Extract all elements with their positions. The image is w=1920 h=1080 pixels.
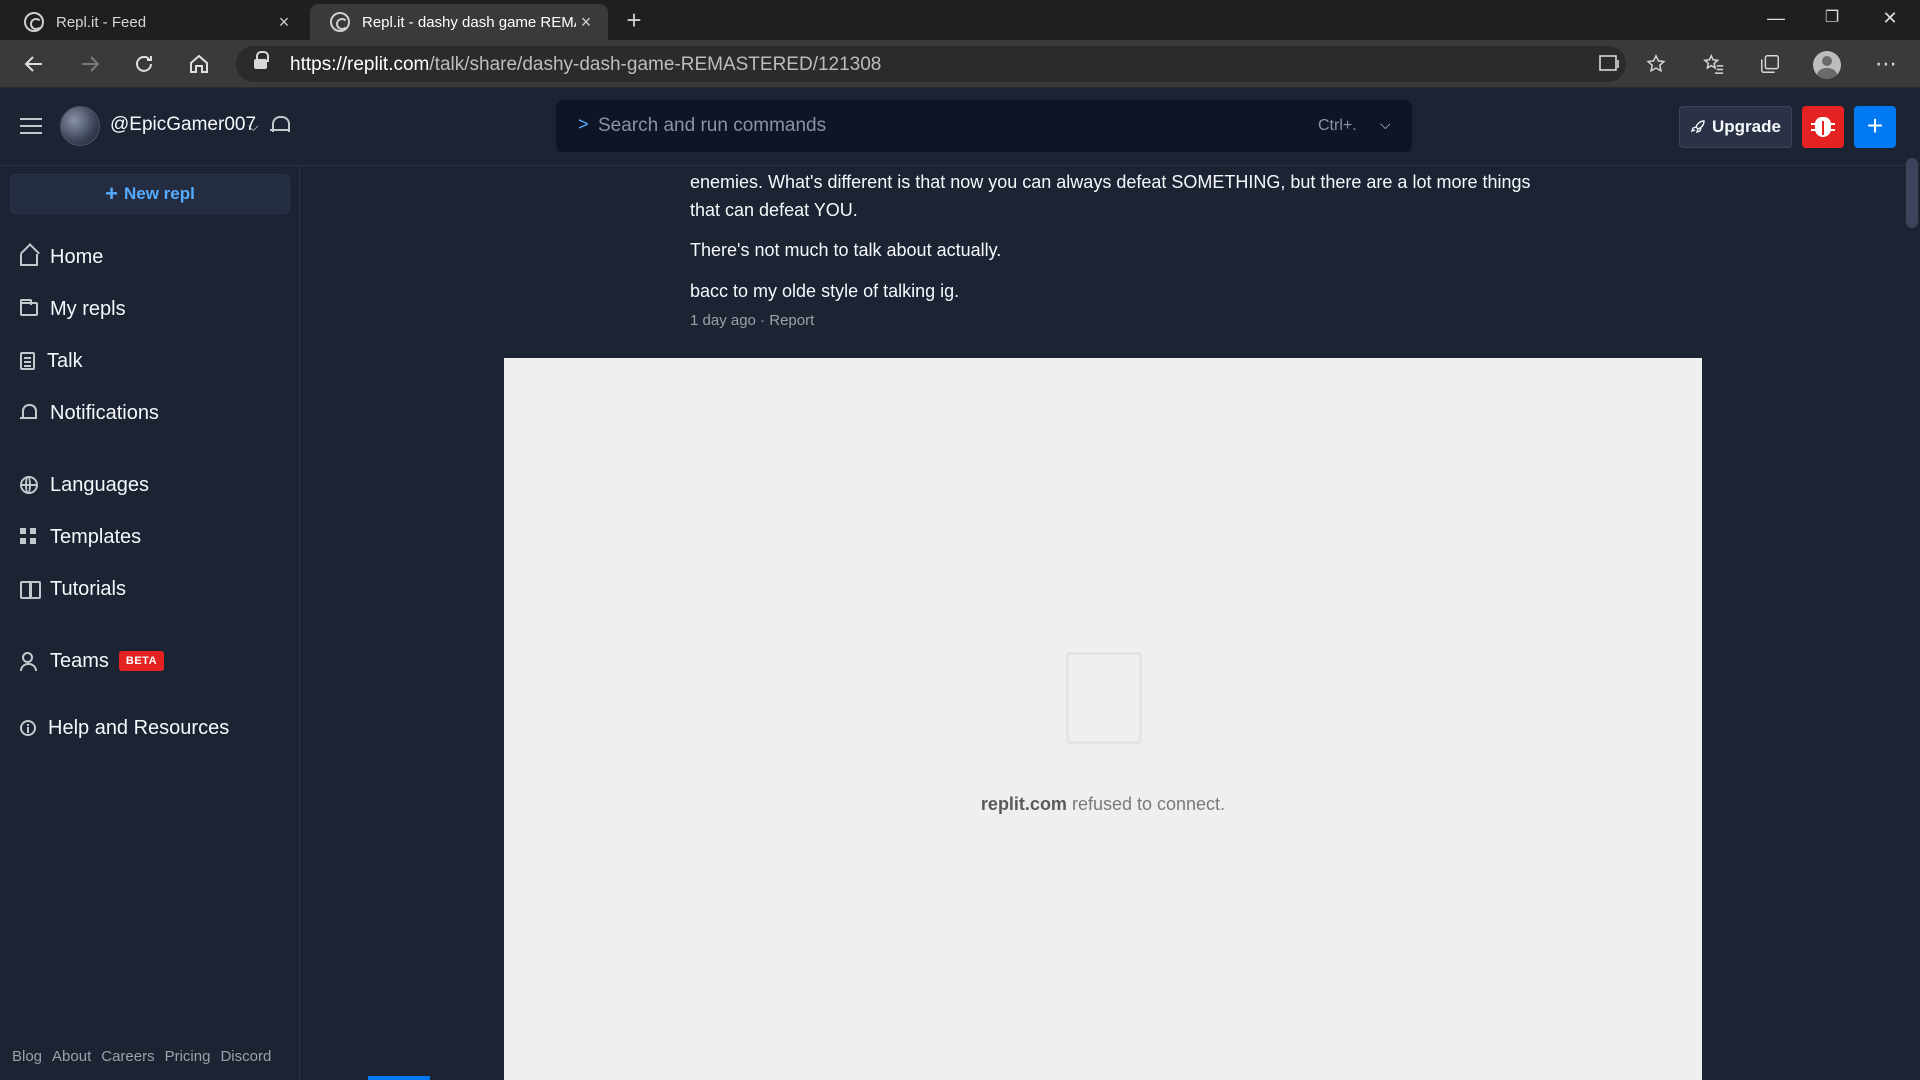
footer-link-pricing[interactable]: Pricing	[165, 1048, 211, 1065]
footer-link-about[interactable]: About	[52, 1048, 91, 1065]
replit-favicon-icon	[330, 12, 350, 32]
new-tab-button[interactable]: +	[618, 6, 650, 36]
main-content: enemies. What's different is that now yo…	[301, 166, 1905, 1080]
home-icon	[20, 254, 38, 266]
sidebar-item-home[interactable]: Home	[20, 242, 103, 272]
tab-close-icon[interactable]: ×	[576, 12, 596, 33]
sidebar-item-label: Talk	[47, 349, 83, 372]
post-paragraph: bacc to my olde style of talking ig.	[690, 281, 960, 301]
talk-icon	[20, 352, 35, 370]
replit-favicon-icon	[24, 12, 44, 32]
bug-icon	[1811, 117, 1835, 137]
lock-icon	[254, 51, 269, 71]
connection-error-message: replit.com refused to connect.	[980, 794, 1226, 814]
footer-link-careers[interactable]: Careers	[101, 1048, 154, 1065]
page-scrollbar[interactable]	[1905, 166, 1920, 1080]
sidebar-item-teams[interactable]: Teams BETA	[20, 646, 165, 676]
forward-arrow-icon[interactable]	[72, 46, 108, 82]
add-favorite-icon[interactable]	[1640, 48, 1672, 80]
sidebar-item-templates[interactable]: Templates	[20, 522, 141, 552]
minimize-button[interactable]: —	[1748, 0, 1804, 38]
sidebar-item-label: Notifications	[50, 401, 159, 424]
app-header: @EpicGamer007 ⌵ > Search and run command…	[0, 88, 1920, 166]
bell-icon	[20, 404, 38, 422]
broken-page-icon	[1066, 652, 1142, 744]
sidebar-item-label: Templates	[50, 525, 142, 548]
browser-toolbar: https://replit.com/talk/share/dashy-dash…	[0, 40, 1920, 88]
sidebar-item-label: Teams	[50, 649, 109, 672]
tab-title: Repl.it - dashy dash game REMA	[362, 13, 576, 31]
browser-tab-feed[interactable]: Repl.it - Feed ×	[4, 4, 306, 40]
plus-icon: +	[105, 181, 118, 206]
meta-separator: ·	[755, 312, 770, 329]
avatar[interactable]	[60, 106, 100, 146]
menu-icon[interactable]	[20, 118, 42, 134]
sidebar-item-help[interactable]: Help and Resources	[20, 713, 229, 743]
new-repl-label: New repl	[124, 184, 195, 203]
chevron-right-icon: >	[578, 114, 589, 134]
post-meta: 1 day ago · Report	[690, 312, 814, 329]
new-repl-button[interactable]: + New repl	[10, 174, 290, 214]
restore-button[interactable]: ❐	[1804, 0, 1860, 38]
book-icon	[20, 580, 41, 599]
report-bug-button[interactable]	[1802, 106, 1844, 148]
footer-link-discord[interactable]: Discord	[220, 1048, 271, 1065]
sidebar-item-label: Tutorials	[50, 577, 126, 600]
sidebar-item-tutorials[interactable]: Tutorials	[20, 574, 126, 604]
browser-tab-strip: Repl.it - Feed × Repl.it - dashy dash ga…	[0, 0, 1920, 40]
footer-link-blog[interactable]: Blog	[12, 1048, 42, 1065]
profile-icon[interactable]	[1813, 51, 1841, 79]
address-bar[interactable]: https://replit.com/talk/share/dashy-dash…	[236, 46, 1626, 82]
shortcut-hint: Ctrl+.	[1318, 117, 1357, 134]
rocket-icon	[1690, 120, 1705, 134]
sidebar-item-talk[interactable]: Talk	[20, 346, 83, 376]
upgrade-label: Upgrade	[1712, 117, 1781, 136]
sidebar-item-notifications[interactable]: Notifications	[20, 398, 159, 428]
notifications-bell-icon[interactable]	[270, 116, 290, 136]
grid-icon	[20, 528, 38, 546]
progress-indicator	[368, 1076, 430, 1080]
back-arrow-icon[interactable]	[16, 46, 52, 82]
favorites-icon[interactable]	[1698, 48, 1730, 80]
post-paragraph: There's not much to talk about actually.	[690, 240, 1002, 260]
sidebar-item-label: My repls	[50, 297, 126, 320]
home-icon[interactable]	[181, 46, 217, 82]
url-text: https://replit.com/talk/share/dashy-dash…	[290, 54, 882, 75]
people-icon	[20, 652, 38, 671]
scrollbar-thumb[interactable]	[1906, 158, 1918, 228]
window-close-button[interactable]: ✕	[1862, 0, 1918, 38]
embedded-repl-frame[interactable]: replit.com refused to connect.	[504, 358, 1702, 1080]
sidebar: + New repl Home My repls Talk Notificati…	[0, 166, 300, 1080]
beta-badge: BETA	[118, 651, 165, 671]
collections-icon[interactable]	[1754, 48, 1786, 80]
chevron-down-icon[interactable]: ⌵	[248, 118, 259, 135]
read-aloud-icon[interactable]	[1594, 48, 1626, 80]
sidebar-item-label: Languages	[50, 473, 149, 496]
tab-title: Repl.it - Feed	[56, 13, 147, 31]
create-button[interactable]: +	[1854, 106, 1896, 148]
timestamp: 1 day ago	[690, 312, 756, 329]
folder-icon	[20, 299, 38, 316]
globe-icon	[20, 476, 38, 494]
search-placeholder: Search and run commands	[598, 115, 827, 136]
sidebar-item-languages[interactable]: Languages	[20, 470, 149, 500]
username[interactable]: @EpicGamer007	[110, 114, 256, 136]
tab-close-icon[interactable]: ×	[274, 12, 294, 33]
browser-tab-active[interactable]: Repl.it - dashy dash game REMA ×	[310, 4, 608, 40]
post-paragraph: enemies. What's different is that now yo…	[690, 172, 1531, 220]
sidebar-item-my-repls[interactable]: My repls	[20, 294, 126, 324]
command-search-bar[interactable]: > Search and run commands Ctrl+. ⌵	[556, 100, 1412, 152]
upgrade-button[interactable]: Upgrade	[1679, 106, 1792, 148]
sidebar-item-label: Help and Resources	[48, 716, 230, 739]
chevron-down-icon[interactable]: ⌵	[1380, 116, 1391, 133]
report-link[interactable]: Report	[769, 312, 814, 329]
more-icon[interactable]: ⋯	[1870, 48, 1902, 80]
refresh-icon[interactable]	[126, 46, 162, 82]
info-icon	[20, 720, 36, 736]
footer-links: Blog About Careers Pricing Discord	[12, 1048, 271, 1065]
sidebar-item-label: Home	[50, 245, 104, 268]
